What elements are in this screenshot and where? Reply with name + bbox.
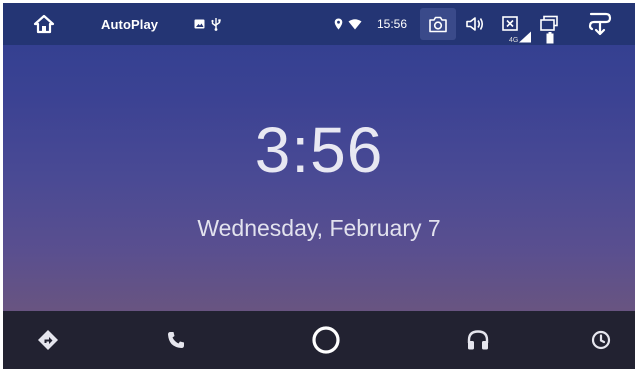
- gallery-notification: [194, 3, 205, 45]
- usb-icon: [211, 18, 221, 31]
- signal-icon: [519, 31, 531, 43]
- clock-time: 3:56: [254, 114, 384, 186]
- network-type-label: 4G: [509, 37, 519, 44]
- image-icon: [194, 19, 205, 29]
- navigation-button[interactable]: [23, 311, 73, 369]
- location-icon: [334, 18, 343, 30]
- nav-bar: [3, 311, 635, 369]
- phone-button[interactable]: [151, 311, 201, 369]
- volume-button[interactable]: [465, 3, 485, 45]
- exit-icon: [588, 12, 612, 36]
- wifi-icon: [348, 18, 362, 29]
- location-status: [334, 3, 343, 45]
- usb-notification: [211, 3, 221, 45]
- exit-button[interactable]: [588, 3, 612, 45]
- status-bar: AutoPlay 15:56 4G: [3, 3, 635, 45]
- recent-button[interactable]: [576, 311, 626, 369]
- phone-icon: [168, 332, 184, 348]
- navigation-icon: [38, 330, 58, 350]
- volume-icon: [466, 17, 484, 31]
- battery-icon: [546, 32, 554, 44]
- home-button[interactable]: [33, 3, 55, 45]
- home-icon: [33, 14, 55, 34]
- headphones-icon: [467, 330, 489, 350]
- camera-icon: [429, 16, 447, 32]
- status-clock: 15:56: [377, 17, 408, 31]
- home-circle-icon: [312, 326, 340, 354]
- screenshot-button[interactable]: [428, 3, 448, 45]
- close-box-icon: [502, 16, 518, 31]
- clock-date: Wednesday, February 7: [197, 215, 441, 241]
- home-circle-button[interactable]: [301, 311, 351, 369]
- wifi-status: [348, 3, 362, 45]
- app-title: AutoPlay: [101, 16, 159, 32]
- headphones-button[interactable]: [453, 311, 503, 369]
- recent-icon: [591, 330, 611, 350]
- android-auto-screen: AutoPlay 15:56 4G 3:56 Wednesday, Februa…: [3, 3, 635, 369]
- recent-apps-icon: [540, 15, 558, 31]
